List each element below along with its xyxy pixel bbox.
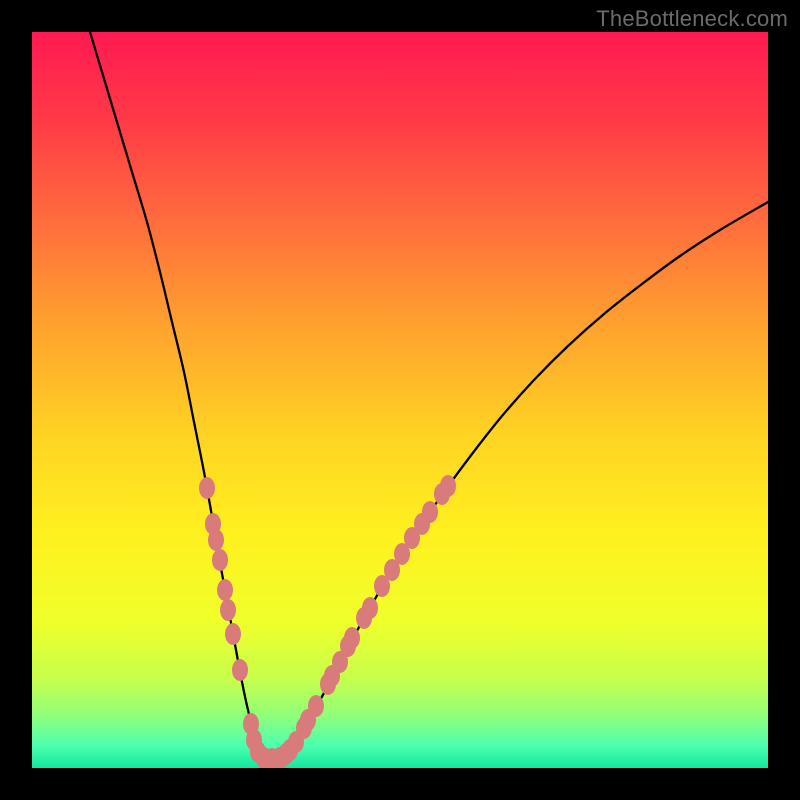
data-marker xyxy=(208,529,224,551)
data-marker xyxy=(440,475,456,497)
data-marker xyxy=(308,695,324,717)
data-marker xyxy=(225,623,241,645)
chart-canvas xyxy=(32,32,768,768)
data-marker xyxy=(199,477,215,499)
data-marker xyxy=(217,579,233,601)
plot-area xyxy=(32,32,768,768)
gradient-background xyxy=(32,32,768,768)
chart-frame: TheBottleneck.com xyxy=(0,0,800,800)
data-marker xyxy=(422,501,438,523)
watermark-text: TheBottleneck.com xyxy=(596,6,788,32)
data-marker xyxy=(212,549,228,571)
data-marker xyxy=(220,599,236,621)
data-marker xyxy=(232,659,248,681)
data-marker xyxy=(344,627,360,649)
data-marker xyxy=(362,597,378,619)
